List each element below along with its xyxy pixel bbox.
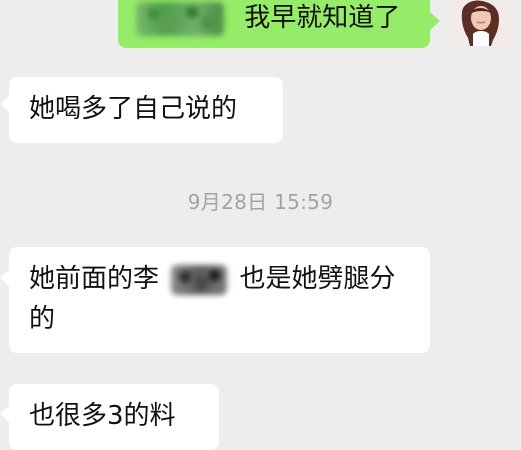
message-bubble-incoming: 她前面的李 也是她劈腿分 的 xyxy=(9,247,430,353)
message-text-incoming-part-1: 她前面的李 xyxy=(29,264,160,294)
message-text-outgoing: 我早就知道了 xyxy=(244,3,401,33)
message-tail-right xyxy=(430,12,440,30)
message-bubble-outgoing: 我早就知道了 xyxy=(118,0,430,48)
message-bubble-incoming: 也很多3的料 xyxy=(9,384,219,450)
message-text-incoming-part-2: 也是她劈腿分 xyxy=(239,264,396,294)
message-timestamp: 9月28日 15:59 xyxy=(187,190,334,214)
message-line-1: 她前面的李 也是她劈腿分 xyxy=(29,259,414,299)
blurred-content-icon xyxy=(171,264,228,295)
message-text-incoming: 也很多3的料 xyxy=(29,401,176,431)
user-avatar-icon xyxy=(448,0,514,46)
message-text-incoming-line-2: 的 xyxy=(29,304,56,334)
blurred-content-icon xyxy=(136,1,224,36)
avatar[interactable] xyxy=(448,0,514,46)
message-text-incoming: 她喝多了自己说的 xyxy=(29,94,238,124)
message-bubble-incoming: 她喝多了自己说的 xyxy=(9,77,283,143)
message-line-2: 的 xyxy=(29,299,414,339)
